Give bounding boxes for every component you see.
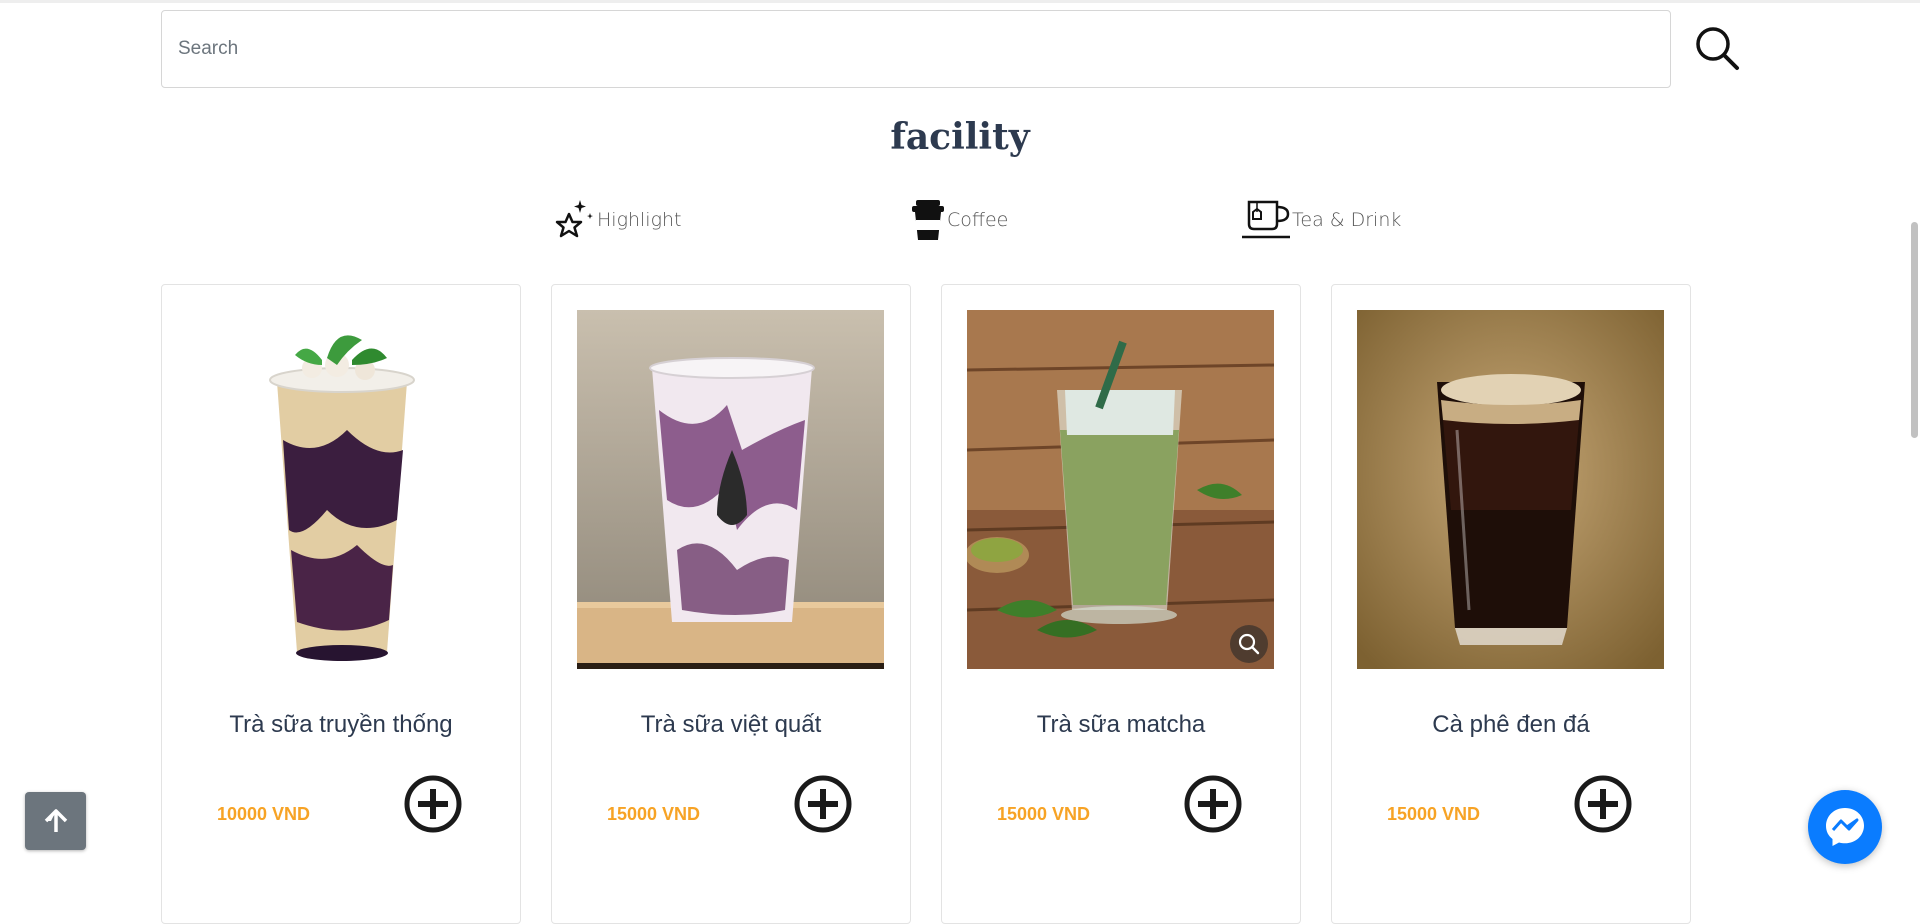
tea-cup-icon (1242, 200, 1290, 239)
add-to-cart-button[interactable] (403, 774, 463, 834)
search-input[interactable] (162, 11, 1670, 87)
scrollbar-thumb[interactable] (1911, 222, 1918, 438)
add-to-cart-button[interactable] (793, 774, 853, 834)
product-price: 10000 VND (217, 804, 311, 824)
product-card: Cà phê đen đá 15000 VND (1331, 284, 1691, 924)
product-card: Trà sữa matcha 15000 VND (941, 284, 1301, 924)
product-name: Trà sữa truyền thống (229, 711, 453, 738)
coffee-cup-icon (912, 200, 944, 240)
product-price: 15000 VND (1387, 804, 1481, 824)
product-price: 15000 VND (997, 804, 1091, 824)
product-price: 15000 VND (607, 804, 701, 824)
plus-circle-icon (1574, 775, 1632, 833)
zoom-icon (1238, 633, 1260, 655)
product-card: Trà sữa truyền thống 10000 VND (161, 284, 521, 924)
category-highlight[interactable]: Highlight (553, 198, 681, 242)
product-image-traditional-milk-tea[interactable] (187, 310, 494, 669)
section-title: facility (890, 116, 1030, 158)
category-label: Coffee (947, 209, 1009, 231)
plus-circle-icon (794, 775, 852, 833)
product-image-blueberry-milk-tea[interactable] (577, 310, 884, 669)
category-label: Highlight (597, 209, 682, 231)
zoom-button[interactable] (1230, 625, 1268, 663)
add-to-cart-button[interactable] (1183, 774, 1243, 834)
sparkle-star-icon (555, 200, 593, 238)
product-name: Trà sữa matcha (1036, 711, 1206, 738)
category-coffee[interactable]: Coffee (909, 198, 1008, 242)
product-name: Trà sữa việt quất (640, 711, 822, 738)
product-image-iced-black-coffee[interactable] (1357, 310, 1664, 669)
plus-circle-icon (404, 775, 462, 833)
search-box (161, 10, 1671, 88)
product-card: Trà sữa việt quất 15000 VND (551, 284, 911, 924)
category-label: Tea & Drink (1292, 209, 1402, 231)
arrow-up-icon (44, 809, 67, 832)
category-tea-drink[interactable]: Tea & Drink (1240, 198, 1401, 242)
plus-circle-icon (1184, 775, 1242, 833)
product-image-matcha-milk-tea[interactable] (967, 310, 1274, 669)
messenger-chat-button[interactable] (1808, 790, 1882, 864)
product-name: Cà phê đen đá (1432, 711, 1590, 738)
top-divider (0, 0, 1920, 3)
search-icon (1696, 27, 1739, 70)
back-to-top-button[interactable] (25, 792, 86, 850)
search-button[interactable] (1693, 24, 1741, 72)
add-to-cart-button[interactable] (1573, 774, 1633, 834)
messenger-icon (1826, 808, 1864, 846)
